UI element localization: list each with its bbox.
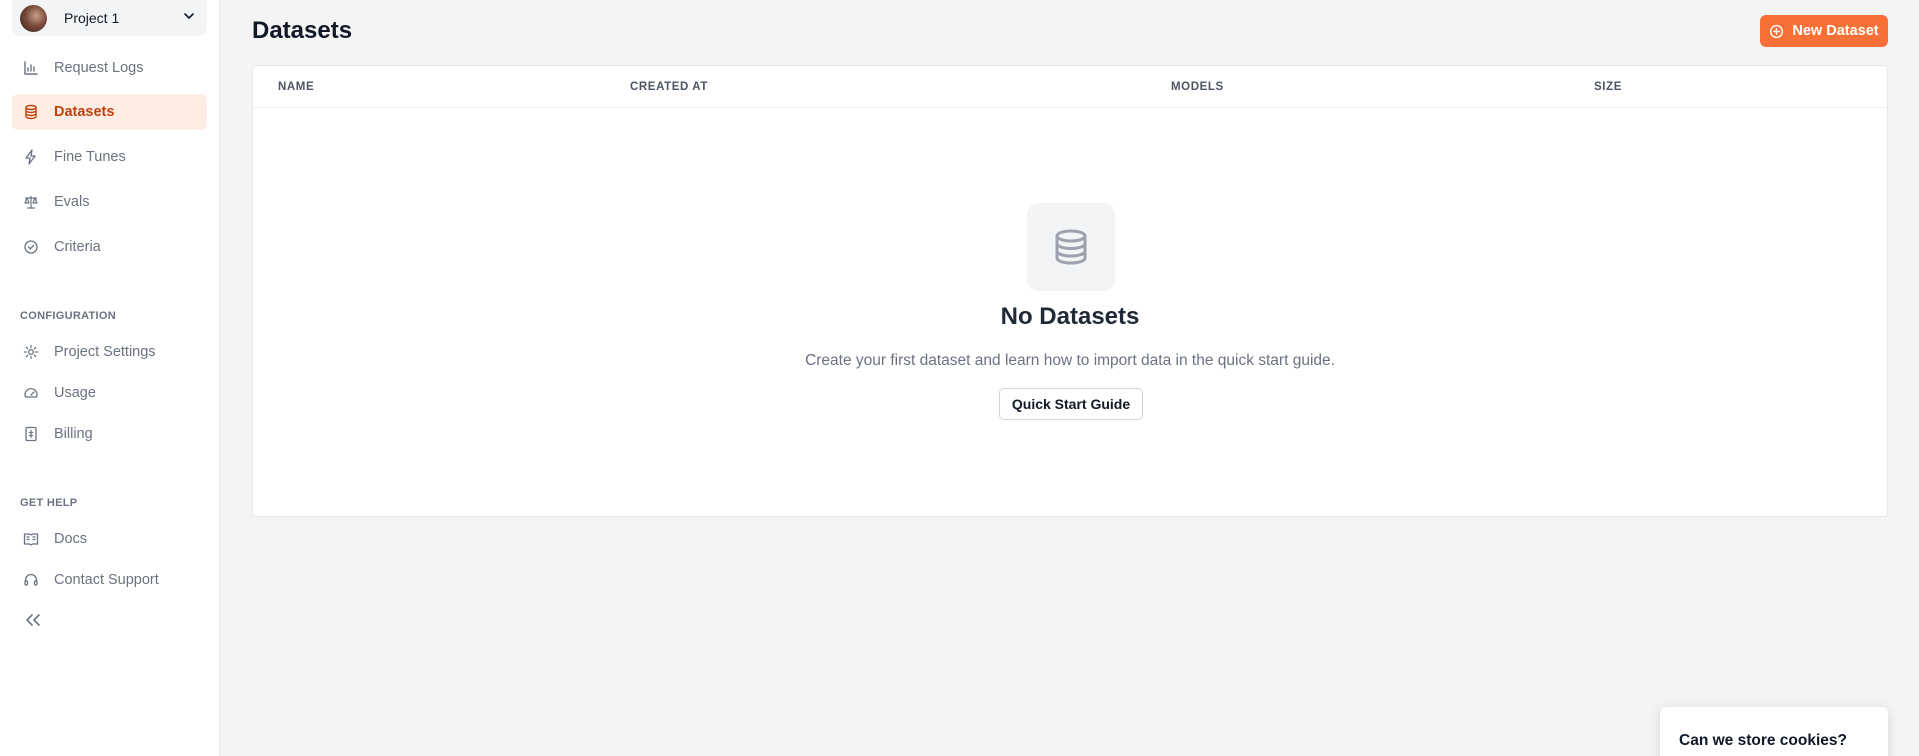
sidebar-item-billing[interactable]: Billing [12,416,207,452]
check-circle-icon [22,238,40,256]
column-header-name[interactable]: NAME [278,81,314,93]
book-icon [22,530,40,548]
sidebar-item-label: Usage [54,385,96,401]
sidebar-item-label: Contact Support [54,572,159,588]
plus-circle-icon [1770,24,1784,38]
cookie-banner-text: Can we store cookies? [1679,732,1847,749]
section-label-get-help: GET HELP [20,497,78,509]
project-name: Project 1 [64,10,120,26]
sidebar-item-label: Billing [54,426,93,442]
avatar [20,4,47,32]
empty-state-icon [1027,203,1115,291]
new-dataset-button[interactable]: New Dataset [1760,15,1888,47]
sidebar-item-label: Request Logs [54,60,144,76]
chevron-down-icon [184,13,194,19]
new-dataset-label: New Dataset [1792,23,1879,39]
sidebar-item-criteria[interactable]: Criteria [12,229,207,265]
lightning-icon [22,148,40,166]
sidebar-item-label: Project Settings [54,344,156,360]
sidebar-item-project-settings[interactable]: Project Settings [12,334,207,370]
sidebar-item-label: Fine Tunes [54,149,126,165]
gear-icon [22,343,40,361]
sidebar-item-label: Datasets [54,104,115,120]
page-title: Datasets [252,17,353,44]
column-header-size[interactable]: SIZE [1594,81,1622,93]
column-header-created-at[interactable]: CREATED AT [630,81,708,93]
collapse-sidebar-icon[interactable] [22,610,44,630]
sidebar-item-contact-support[interactable]: Contact Support [12,562,207,598]
sidebar-item-label: Evals [54,194,90,210]
scale-icon [22,193,40,211]
quick-start-guide-button[interactable]: Quick Start Guide [999,388,1143,420]
sidebar-item-label: Criteria [54,239,101,255]
sidebar-item-request-logs[interactable]: Request Logs [12,50,207,86]
sidebar-item-label: Docs [54,531,88,547]
headset-icon [22,571,40,589]
empty-state-description: Create your first dataset and learn how … [805,352,1335,369]
section-label-configuration: CONFIGURATION [20,310,116,322]
table-header: NAME CREATED AT MODELS SIZE [253,66,1887,108]
bar-chart-icon [22,59,40,77]
sidebar-item-evals[interactable]: Evals [12,184,207,220]
database-icon [22,103,40,121]
sidebar-item-docs[interactable]: Docs [12,521,207,557]
sidebar-item-datasets[interactable]: Datasets [12,94,207,130]
sidebar-item-usage[interactable]: Usage [12,375,207,411]
datasets-table: NAME CREATED AT MODELS SIZE No Datasets … [252,65,1888,517]
sidebar-item-fine-tunes[interactable]: Fine Tunes [12,139,207,175]
database-icon [1055,229,1087,265]
column-header-models[interactable]: MODELS [1171,81,1224,93]
project-switcher[interactable]: Project 1 [12,0,207,36]
empty-state-title: No Datasets [1000,303,1140,330]
cookie-banner: Can we store cookies? [1660,707,1888,756]
gauge-icon [22,384,40,402]
sidebar: Project 1 Request Logs Datasets Fine Tun… [0,0,220,756]
receipt-icon [22,425,40,443]
